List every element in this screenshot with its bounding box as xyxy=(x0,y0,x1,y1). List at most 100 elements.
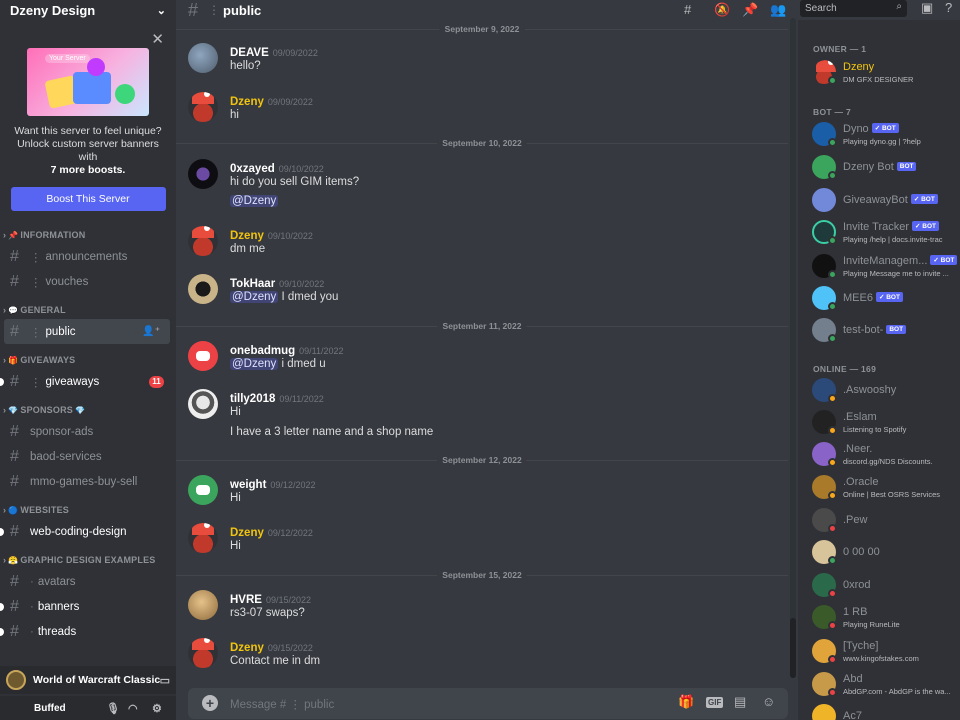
activity-bar[interactable]: World of Warcraft Classic ▭ xyxy=(0,666,176,694)
message-timestamp: 09/11/2022 xyxy=(299,346,344,356)
channel-mmo-games-buy-sell[interactable]: # mmo-games-buy-sell xyxy=(0,469,176,494)
channel-giveaways[interactable]: # ⋮ giveaways 11 xyxy=(0,369,176,394)
mute-bell-icon[interactable]: 🔕 xyxy=(714,2,730,18)
avatar[interactable] xyxy=(188,92,218,122)
message-author[interactable]: Dzeny xyxy=(230,96,264,108)
channel-web-coding-design[interactable]: # web-coding-design xyxy=(0,519,176,544)
category-graphic-design[interactable]: › 😤 GRAPHIC DESIGN EXAMPLES xyxy=(0,551,176,569)
pin-icon[interactable]: 📌 xyxy=(742,2,758,18)
member-list-icon[interactable]: 👥 xyxy=(770,2,786,18)
headphones-icon[interactable]: ◠ xyxy=(128,702,138,715)
message-text: Hi xyxy=(230,492,241,504)
message-timestamp: 09/15/2022 xyxy=(265,595,311,605)
message-author[interactable]: 0xzayed xyxy=(230,163,275,175)
search-input[interactable]: Search ⌕ xyxy=(800,0,907,17)
channel-vouches[interactable]: # ⋮ vouches xyxy=(0,269,176,294)
avatar[interactable] xyxy=(188,638,218,668)
threads-icon[interactable]: # xyxy=(684,2,691,17)
date-divider: September 11, 2022 xyxy=(176,321,788,331)
channel-threads[interactable]: # · threads xyxy=(0,619,176,644)
avatar[interactable] xyxy=(188,523,218,553)
member-item[interactable]: [Tyche] www.kingofstakes.com xyxy=(812,637,960,667)
avatar[interactable] xyxy=(188,590,218,620)
member-item[interactable]: .Oracle Online | Best OSRS Services xyxy=(812,473,960,503)
inbox-icon[interactable]: ▣ xyxy=(921,0,933,16)
member-item[interactable]: GiveawayBot ✓ BOT xyxy=(812,186,960,216)
avatar[interactable] xyxy=(188,389,218,419)
message-composer[interactable]: + Message # ⋮ public 🎁 GIF ▤ ☺ xyxy=(188,688,788,719)
boost-server-button[interactable]: Boost This Server xyxy=(10,187,166,211)
message-author[interactable]: DEAVE xyxy=(230,47,269,59)
status-online-icon xyxy=(828,270,837,279)
member-item[interactable]: Dyno ✓ BOT Playing dyno.gg | ?help xyxy=(812,120,960,150)
channel-baod-services[interactable]: # baod-services xyxy=(0,444,176,469)
help-icon[interactable]: ? xyxy=(945,0,952,15)
chevron-down-icon[interactable]: ⌄ xyxy=(157,4,166,17)
member-item[interactable]: Dzeny Bot BOT xyxy=(812,153,960,183)
channel-header: # ⋮ public # 🔕 📌 👥 xyxy=(188,0,787,20)
message-timestamp: 09/10/2022 xyxy=(279,279,325,289)
avatar[interactable] xyxy=(188,43,218,73)
scrollbar-thumb[interactable] xyxy=(790,618,796,678)
message-timestamp: 09/10/2022 xyxy=(267,231,313,241)
server-header[interactable]: Dzeny Design ⌄ xyxy=(0,0,176,20)
channel-announcements[interactable]: # ⋮ announcements xyxy=(0,244,176,269)
message-author[interactable]: Dzeny xyxy=(230,527,264,539)
user-mention[interactable]: @Dzeny xyxy=(230,358,279,370)
member-item[interactable]: .Pew xyxy=(812,506,960,536)
user-mention[interactable]: @Dzeny xyxy=(230,291,279,303)
add-attachment-icon[interactable]: + xyxy=(202,695,218,711)
member-item[interactable]: 0xrod xyxy=(812,571,960,601)
status-idle-icon xyxy=(828,426,837,435)
discord-window: Dzeny Design ⌄ ✕ Your Server Want this s… xyxy=(0,0,960,720)
member-item[interactable]: Invite Tracker ✓ BOT Playing /help | docs… xyxy=(812,218,960,248)
member-item[interactable]: .Neer. discord.gg/NDS Discounts. xyxy=(812,440,960,470)
message-author[interactable]: weight xyxy=(230,479,266,491)
avatar[interactable] xyxy=(188,226,218,256)
channel-avatars[interactable]: # · avatars xyxy=(0,569,176,594)
member-item[interactable]: Abd AbdGP.com - AbdGP is the wa... xyxy=(812,670,960,700)
gear-icon[interactable]: ⚙ xyxy=(152,702,162,715)
avatar[interactable] xyxy=(188,274,218,304)
game-icon xyxy=(6,670,26,690)
category-websites[interactable]: › 🔵 WEBSITES xyxy=(0,501,176,519)
member-item[interactable]: .Aswooshy xyxy=(812,376,960,406)
message-author[interactable]: tilly2018 xyxy=(230,393,275,405)
discord-default-avatar[interactable] xyxy=(188,341,218,371)
hash-icon: # xyxy=(10,597,19,615)
message-author[interactable]: HVRE xyxy=(230,594,262,606)
gift-icon[interactable]: 🎁 xyxy=(678,694,694,710)
channel-sponsor-ads[interactable]: # sponsor-ads xyxy=(0,419,176,444)
message-input[interactable]: Message # ⋮ public xyxy=(230,697,334,711)
emoji-icon[interactable]: ☺ xyxy=(762,694,775,709)
category-giveaways[interactable]: › 🎁 GIVEAWAYS xyxy=(0,351,176,369)
member-item[interactable]: .Eslam Listening to Spotify xyxy=(812,408,960,438)
message-author[interactable]: Dzeny xyxy=(230,230,264,242)
close-icon[interactable]: ✕ xyxy=(151,32,164,47)
message-author[interactable]: TokHaar xyxy=(230,278,275,290)
user-panel[interactable]: Buffed 🎙 ◠ ⚙ xyxy=(0,696,176,720)
member-item[interactable]: 0 00 00 xyxy=(812,538,960,568)
category-information[interactable]: › 📌 INFORMATION xyxy=(0,226,176,244)
member-item[interactable]: InviteManagem... ✓ BOT Playing Message me… xyxy=(812,252,960,282)
member-item[interactable]: 1 RB Playing RuneLite xyxy=(812,603,960,633)
member-item[interactable]: Dzeny DM GFX DESIGNER xyxy=(812,58,960,88)
channel-public[interactable]: # ⋮ public 👤⁺ xyxy=(4,319,170,344)
sticker-icon[interactable]: ▤ xyxy=(734,694,746,710)
channel-banners[interactable]: # · banners xyxy=(0,594,176,619)
member-item[interactable]: MEE6 ✓ BOT xyxy=(812,284,960,314)
member-item[interactable]: test-bot- BOT xyxy=(812,316,960,346)
add-user-icon[interactable]: 👤⁺ xyxy=(142,326,160,337)
user-mention[interactable]: @Dzeny xyxy=(230,195,279,207)
member-item[interactable]: Ac7 xyxy=(812,702,960,720)
chat-scrollbar[interactable] xyxy=(790,18,796,678)
message-author[interactable]: Dzeny xyxy=(230,642,264,654)
category-sponsors[interactable]: › 💎 SPONSORS 💎 xyxy=(0,401,176,419)
microphone-icon[interactable]: 🎙 xyxy=(106,702,120,715)
discord-default-avatar[interactable] xyxy=(188,475,218,505)
message-author[interactable]: onebadmug xyxy=(230,345,295,357)
gif-button[interactable]: GIF xyxy=(706,697,724,708)
avatar[interactable] xyxy=(188,159,218,189)
screen-share-icon[interactable]: ▭ xyxy=(160,674,170,687)
category-general[interactable]: › 💬 GENERAL xyxy=(0,301,176,319)
